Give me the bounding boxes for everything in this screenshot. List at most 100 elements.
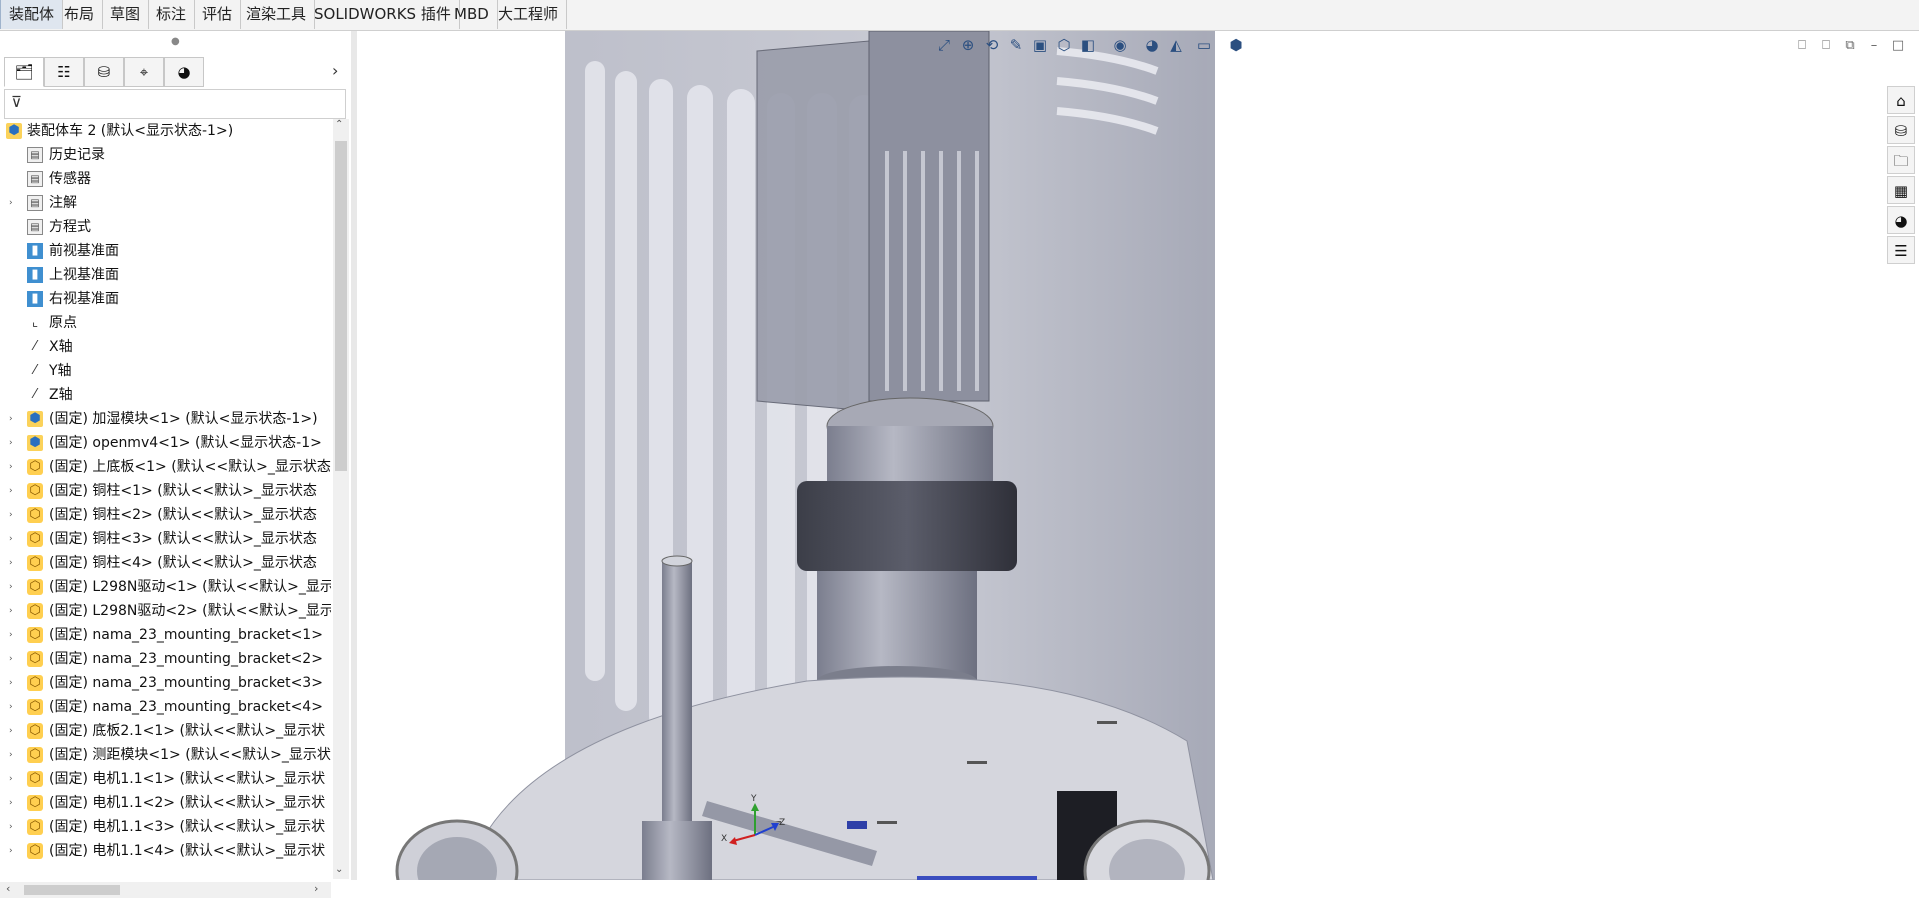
expand-icon[interactable]: ›: [9, 431, 13, 455]
tree-row[interactable]: › ▤ 注解: [0, 191, 331, 215]
expand-icon[interactable]: ›: [9, 719, 13, 743]
tree-row[interactable]: › ⬡ (固定) 电机1.1<1> (默认<<默认>_显示状: [0, 767, 331, 791]
filter-icon[interactable]: ⊽: [11, 93, 22, 111]
minimize-icon[interactable]: –: [1863, 37, 1885, 55]
custom-properties-icon[interactable]: ☰: [1887, 236, 1915, 264]
tree-row[interactable]: › ⬡ (固定) 电机1.1<3> (默认<<默认>_显示状: [0, 815, 331, 839]
expand-icon[interactable]: ›: [9, 671, 13, 695]
zoom-to-area-icon[interactable]: ⊕: [956, 33, 980, 57]
tree-row[interactable]: › ⬡ (固定) L298N驱动<1> (默认<<默认>_显示: [0, 575, 331, 599]
previous-view-icon[interactable]: ⟲: [980, 33, 1004, 57]
tree-row[interactable]: ▮ 前视基准面: [0, 239, 331, 263]
tree-row[interactable]: › ⬡ (固定) 铜柱<3> (默认<<默认>_显示状态: [0, 527, 331, 551]
expand-icon[interactable]: ›: [9, 743, 13, 767]
expand-icon[interactable]: ›: [9, 815, 13, 839]
apply-scene-icon[interactable]: ◭: [1164, 33, 1188, 57]
tree-row[interactable]: › ⬡ (固定) 测距模块<1> (默认<<默认>_显示状: [0, 743, 331, 767]
tab-6[interactable]: SOLIDWORKS 插件: [306, 0, 460, 29]
scroll-up-icon[interactable]: ⌃: [335, 119, 343, 130]
view-settings-icon[interactable]: ▭: [1192, 33, 1216, 57]
expand-icon[interactable]: ›: [9, 599, 13, 623]
view-palette-icon[interactable]: ▦: [1887, 176, 1915, 204]
graphics-area[interactable]: ⤢ ⊕ ⟲ ✎ ▣ ⬡ ◧ ◉ ◕ ◭ ▭ ⬢ ⎕ ⎕ ⧉ – □ Y X Z: [357, 31, 1919, 880]
panel-grip-icon[interactable]: ●: [171, 36, 180, 47]
scroll-left-icon[interactable]: ‹: [6, 882, 10, 895]
zoom-to-fit-icon[interactable]: ⤢: [932, 33, 956, 57]
tree-row[interactable]: ▤ 历史记录: [0, 143, 331, 167]
tab-1[interactable]: 布局: [56, 0, 104, 29]
configurationmanager-tab[interactable]: ⛁: [84, 57, 124, 87]
edit-appearance-icon[interactable]: ◕: [1140, 33, 1164, 57]
tab-5[interactable]: 渲染工具: [238, 0, 316, 29]
display-style-icon[interactable]: ◧: [1076, 33, 1100, 57]
tree-row[interactable]: › ⬡ (固定) 电机1.1<2> (默认<<默认>_显示状: [0, 791, 331, 815]
expand-icon[interactable]: ›: [9, 455, 13, 479]
restore-icon[interactable]: ⧉: [1839, 37, 1861, 55]
tree-row[interactable]: ⬢ 装配体车 2 (默认<显示状态-1>): [0, 119, 331, 143]
tile-left-icon[interactable]: ⎕: [1791, 37, 1813, 55]
expand-icon[interactable]: ›: [9, 527, 13, 551]
3d-cube-icon[interactable]: ⬢: [1224, 33, 1248, 57]
expand-icon[interactable]: ›: [9, 767, 13, 791]
section-view-icon[interactable]: ▣: [1028, 33, 1052, 57]
tree-row[interactable]: › ⬡ (固定) 铜柱<1> (默认<<默认>_显示状态: [0, 479, 331, 503]
tab-2[interactable]: 草图: [102, 0, 150, 29]
design-library-icon[interactable]: ⛁: [1887, 116, 1915, 144]
tab-0[interactable]: 装配体: [0, 0, 64, 29]
expand-icon[interactable]: ›: [9, 503, 13, 527]
tree-row[interactable]: › ⬡ (固定) 上底板<1> (默认<<默认>_显示状态: [0, 455, 331, 479]
featuremanager-tab[interactable]: 🗂: [4, 57, 44, 87]
tab-8[interactable]: 大工程师: [490, 0, 568, 29]
hide-show-items-icon[interactable]: ◉: [1108, 33, 1132, 57]
tree-row[interactable]: ⁄ X轴: [0, 335, 331, 359]
tree-row[interactable]: › ⬡ (固定) 铜柱<2> (默认<<默认>_显示状态: [0, 503, 331, 527]
scroll-right-icon[interactable]: ›: [314, 882, 318, 895]
tab-4[interactable]: 评估: [194, 0, 242, 29]
expand-icon[interactable]: ›: [9, 479, 13, 503]
hscroll-thumb[interactable]: [24, 885, 120, 895]
dynamic-annotation-icon[interactable]: ✎: [1004, 33, 1028, 57]
tree-vertical-scrollbar[interactable]: ⌃ ⌄: [333, 119, 349, 879]
tree-row[interactable]: ▤ 传感器: [0, 167, 331, 191]
expand-icon[interactable]: ›: [9, 695, 13, 719]
tree-row[interactable]: › ⬢ (固定) openmv4<1> (默认<显示状态-1>: [0, 431, 331, 455]
tree-row[interactable]: › ⬡ (固定) nama_23_mounting_bracket<4>: [0, 695, 331, 719]
tab-3[interactable]: 标注: [148, 0, 196, 29]
tree-filter-field[interactable]: ⊽: [4, 89, 346, 119]
expand-icon[interactable]: ›: [9, 575, 13, 599]
view-orientation-icon[interactable]: ⬡: [1052, 33, 1076, 57]
tile-right-icon[interactable]: ⎕: [1815, 37, 1837, 55]
expand-icon[interactable]: ›: [9, 191, 13, 215]
tree-row[interactable]: ⌞ 原点: [0, 311, 331, 335]
panel-more-icon[interactable]: ›: [332, 61, 338, 80]
tree-row[interactable]: ⁄ Z轴: [0, 383, 331, 407]
propertymanager-tab[interactable]: ☷: [44, 57, 84, 87]
scroll-down-icon[interactable]: ⌄: [335, 864, 343, 875]
appearance-tab[interactable]: ◕: [164, 57, 204, 87]
tree-row[interactable]: › ⬡ (固定) 铜柱<4> (默认<<默认>_显示状态: [0, 551, 331, 575]
expand-icon[interactable]: ›: [9, 647, 13, 671]
tree-horizontal-scrollbar[interactable]: ‹ ›: [0, 882, 331, 898]
appearances-scenes-icon[interactable]: ◕: [1887, 206, 1915, 234]
tree-row[interactable]: ▮ 上视基准面: [0, 263, 331, 287]
dimxpert-tab[interactable]: ⌖: [124, 57, 164, 87]
solidworks-resources-icon[interactable]: ⌂: [1887, 86, 1915, 114]
tree-row[interactable]: › ⬡ (固定) nama_23_mounting_bracket<3>: [0, 671, 331, 695]
expand-icon[interactable]: ›: [9, 623, 13, 647]
scroll-thumb[interactable]: [335, 141, 347, 471]
file-explorer-icon[interactable]: 🗀: [1887, 146, 1915, 174]
tree-row[interactable]: › ⬡ (固定) nama_23_mounting_bracket<2>: [0, 647, 331, 671]
tree-row[interactable]: › ⬡ (固定) L298N驱动<2> (默认<<默认>_显示: [0, 599, 331, 623]
expand-icon[interactable]: ›: [9, 407, 13, 431]
tree-row[interactable]: › ⬡ (固定) 电机1.1<4> (默认<<默认>_显示状: [0, 839, 331, 863]
expand-icon[interactable]: ›: [9, 551, 13, 575]
tree-row[interactable]: › ⬡ (固定) nama_23_mounting_bracket<1>: [0, 623, 331, 647]
tree-row[interactable]: ▤ 方程式: [0, 215, 331, 239]
expand-icon[interactable]: ›: [9, 791, 13, 815]
expand-icon[interactable]: ›: [9, 839, 13, 863]
tree-row[interactable]: › ⬢ (固定) 加湿模块<1> (默认<显示状态-1>): [0, 407, 331, 431]
tree-row[interactable]: › ⬡ (固定) 底板2.1<1> (默认<<默认>_显示状: [0, 719, 331, 743]
tree-row[interactable]: ▮ 右视基准面: [0, 287, 331, 311]
maximize-icon[interactable]: □: [1887, 37, 1909, 55]
tree-row[interactable]: ⁄ Y轴: [0, 359, 331, 383]
